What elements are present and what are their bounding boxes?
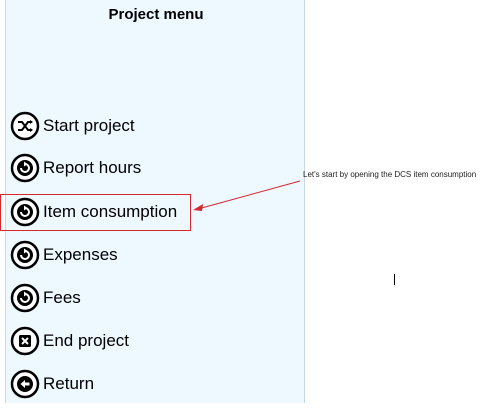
annotation-arrow: [193, 180, 301, 211]
screenshot-stage: Project menu Start project Report hours …: [0, 0, 493, 411]
annotation-text: Let's start by opening the DCS item cons…: [303, 170, 477, 179]
text-cursor: [394, 274, 395, 285]
